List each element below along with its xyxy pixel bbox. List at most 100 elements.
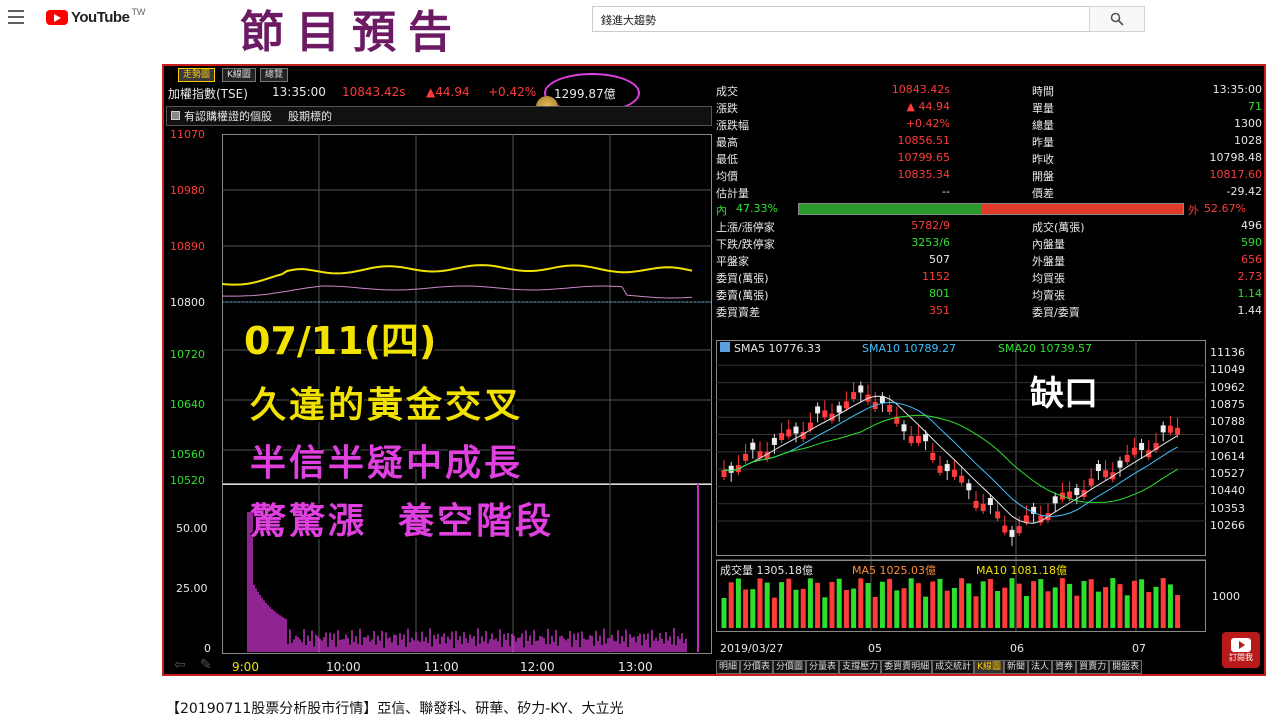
video-title: 【20190711股票分析股市行情】亞信、聯發科、研華、矽力-KY、大立光 — [166, 701, 624, 717]
bottom-tab[interactable]: 法人 — [1028, 660, 1053, 674]
candle-body — [851, 392, 857, 400]
video-player[interactable]: 走勢圖 K線圖 總覽 加權指數(TSE) 13:35:00 10843.42s … — [162, 64, 1266, 676]
k-y-tick: 10266 — [1210, 519, 1245, 532]
candle-body — [973, 500, 979, 508]
quote-right-value: 1300 — [1234, 117, 1262, 130]
breadth-left-value: 1152 — [922, 270, 950, 283]
breadth-right-value: 496 — [1241, 219, 1262, 232]
bottom-tab[interactable]: 新聞 — [1004, 660, 1029, 674]
candle-body — [728, 465, 734, 473]
quote-right-value: 10817.60 — [1209, 168, 1263, 181]
breadth-left-value: 507 — [929, 253, 950, 266]
subscribe-label: 訂閱我 — [1229, 652, 1253, 662]
candle-body — [980, 503, 986, 511]
search-input[interactable]: 錢進大趨勢 — [592, 6, 1090, 32]
breadth-left-value: 801 — [929, 287, 950, 300]
menu-icon[interactable] — [8, 10, 24, 24]
breadth-right-label: 均買張 — [1032, 272, 1065, 285]
vol-tick: 0 — [204, 642, 211, 655]
pen-icon[interactable]: ✎ — [200, 656, 212, 673]
bottom-tab[interactable]: 分價圖 — [773, 660, 807, 674]
x-tick: 13:00 — [618, 660, 653, 674]
x-tick: 10:00 — [326, 660, 361, 674]
bottom-tab[interactable]: 成交統計 — [932, 660, 975, 674]
inner-outer-bar — [798, 203, 1184, 215]
candle-body — [1052, 496, 1058, 504]
candle-body — [836, 405, 842, 413]
breadth-left-label: 上漲/漲停家 — [716, 221, 775, 234]
candle-body — [995, 511, 1001, 519]
candle-body — [721, 470, 727, 477]
search-icon — [1110, 12, 1124, 26]
quote-right-value: 10798.48 — [1209, 151, 1263, 164]
candle-body — [793, 426, 799, 434]
quote-left-value: 10843.42s — [891, 83, 950, 96]
filter-label: 有認購權證的個股 — [184, 110, 272, 123]
y-tick: 10640 — [170, 398, 205, 411]
quote-right-label: 單量 — [1032, 102, 1054, 115]
candle-body — [815, 406, 821, 414]
k-y-tick: 10527 — [1210, 467, 1245, 481]
quote-left-value: +0.42% — [905, 117, 950, 130]
candle-body — [1117, 460, 1123, 468]
candle-body — [1103, 470, 1109, 478]
breadth-right-label: 委買/委賣 — [1032, 306, 1080, 319]
quote-left-label: 估計量 — [716, 187, 749, 200]
candle-body — [743, 453, 749, 461]
y-tick: 10520 — [170, 474, 205, 487]
search-button[interactable] — [1089, 6, 1145, 32]
arrow-left-icon[interactable]: ⇦ — [174, 656, 186, 673]
bottom-tab[interactable]: 支撐壓力 — [839, 660, 882, 674]
bottom-tab[interactable]: 閱盤表 — [1109, 660, 1143, 674]
bottom-tab[interactable]: 明細 — [716, 660, 741, 674]
bottom-tab[interactable]: 分量表 — [806, 660, 840, 674]
breadth-left-value: 3253/6 — [911, 236, 950, 249]
quote-right-label: 昨量 — [1032, 136, 1054, 149]
candle-body — [1167, 425, 1173, 433]
bottom-tab[interactable]: 資券 — [1052, 660, 1077, 674]
breadth-left-value: 5782/9 — [911, 219, 950, 232]
youtube-wordmark: YouTube — [71, 9, 130, 26]
tab-trend[interactable]: 走勢圖 — [178, 68, 216, 82]
k-x-tick: 05 — [868, 642, 882, 655]
subscribe-button[interactable]: 訂閱我 — [1222, 632, 1260, 668]
candle-body — [1175, 427, 1181, 435]
kline-settings-icon[interactable] — [720, 342, 730, 352]
k-x-tick: 2019/03/27 — [720, 642, 784, 655]
bottom-tab[interactable]: K線圖 — [974, 660, 1005, 674]
candle-body — [822, 410, 828, 418]
k-y-tick: 11049 — [1210, 363, 1245, 377]
sma5-label: SMA5 10776.33 — [734, 342, 821, 355]
promo-title: 節目預告 — [240, 7, 464, 58]
filter-label-2[interactable]: 股期標的 — [288, 108, 332, 124]
y-tick: 10890 — [170, 240, 205, 253]
header-price: 10843.42s — [342, 85, 406, 99]
inner-label: 內 — [716, 204, 727, 217]
gap-annotation: 缺口 — [1030, 374, 1098, 414]
candle-body — [786, 429, 792, 437]
candle-body — [987, 498, 993, 506]
bottom-tab[interactable]: 買賣力 — [1076, 660, 1110, 674]
bottom-tab[interactable]: 分價表 — [740, 660, 774, 674]
k-y-tick: 10701 — [1210, 432, 1245, 446]
candle-body — [1002, 525, 1008, 533]
vol-tick: 50.00 — [176, 522, 208, 535]
candle-body — [1023, 515, 1029, 523]
tab-overview[interactable]: 總覽 — [260, 68, 289, 82]
k-y-tick: 10788 — [1210, 415, 1245, 429]
candle-body — [1074, 488, 1080, 496]
header-time: 13:35:00 — [272, 85, 326, 99]
k-y-tick: 10875 — [1210, 397, 1245, 411]
region-label: TW — [131, 6, 146, 17]
breadth-right-value: 2.73 — [1237, 270, 1263, 283]
candle-body — [951, 469, 957, 477]
youtube-play-icon — [46, 10, 68, 25]
youtube-logo[interactable]: YouTube TW — [46, 6, 146, 26]
y-tick: 10800 — [170, 296, 205, 309]
quote-left-label: 成交 — [716, 85, 738, 98]
tab-kline[interactable]: K線圖 — [222, 68, 256, 82]
filter-checkbox[interactable] — [171, 111, 180, 120]
vol-label: 成交量 1305.18億 — [720, 564, 813, 577]
breadth-left-label: 下跌/跌停家 — [716, 238, 775, 251]
bottom-tab[interactable]: 委買賣明細 — [881, 660, 933, 674]
